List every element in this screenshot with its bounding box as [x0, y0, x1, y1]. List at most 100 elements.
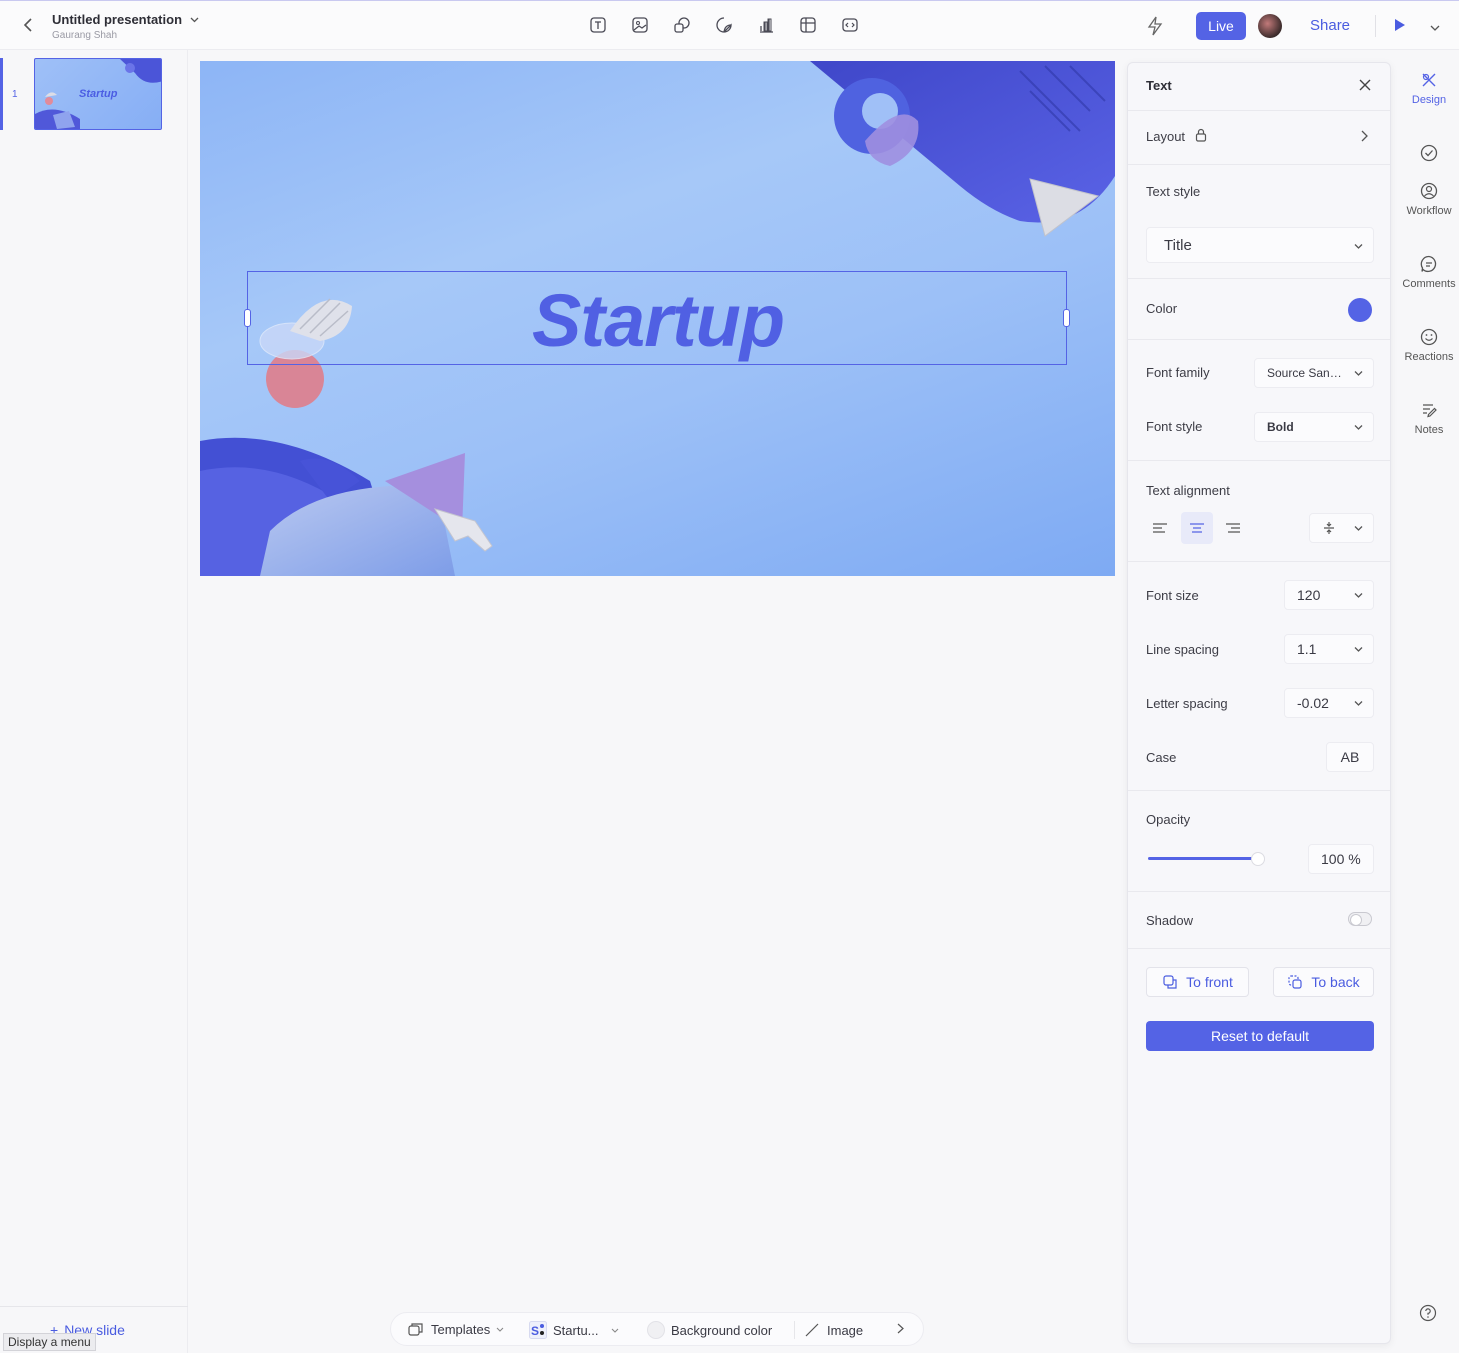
lightning-icon[interactable] — [1146, 16, 1166, 36]
opacity-label: Opacity — [1146, 812, 1191, 827]
opacity-value: 100 % — [1321, 851, 1361, 867]
selected-text-box[interactable]: Startup — [244, 271, 1070, 365]
embed-icon[interactable] — [840, 15, 860, 35]
color-row: Color — [1128, 279, 1390, 340]
chevron-down-icon — [1354, 647, 1363, 652]
layout-row[interactable]: Layout — [1128, 111, 1390, 165]
svg-text:S: S — [531, 1324, 539, 1338]
smiley-icon — [1419, 327, 1439, 347]
chart-icon[interactable] — [756, 15, 776, 35]
spacing-section: Font size 120 Line spacing 1.1 Letter sp… — [1128, 562, 1390, 791]
right-rail: Design Workflow Comments Reactions Notes — [1399, 50, 1459, 1353]
slide-title[interactable]: Startup — [248, 278, 1068, 363]
notes-icon — [1419, 400, 1439, 420]
title-block: Untitled presentation Gaurang Shah — [52, 12, 199, 41]
align-right-icon — [1226, 523, 1240, 533]
vertical-align-icon — [1324, 522, 1334, 534]
case-button[interactable]: AB — [1326, 742, 1374, 772]
font-style-select[interactable]: Bold — [1254, 412, 1374, 442]
avatar[interactable] — [1258, 14, 1282, 38]
chevron-right-icon[interactable] — [897, 1323, 904, 1334]
vertical-align-select[interactable] — [1309, 513, 1374, 543]
rail-design[interactable]: Design — [1399, 70, 1459, 106]
to-back-label: To back — [1311, 974, 1360, 990]
table-icon[interactable] — [798, 15, 818, 35]
to-front-button[interactable]: To front — [1146, 967, 1249, 997]
opacity-section: Opacity 100 % — [1128, 791, 1390, 892]
share-button[interactable]: Share — [1310, 17, 1350, 34]
live-button[interactable]: Live — [1196, 12, 1246, 40]
text-alignment-section: Text alignment — [1128, 461, 1390, 562]
thumbnail-title: Startup — [79, 88, 118, 100]
font-size-select[interactable]: 120 — [1284, 580, 1374, 610]
shadow-toggle[interactable] — [1348, 912, 1372, 926]
color-swatch[interactable] — [1348, 298, 1372, 322]
rail-workflow-check[interactable] — [1399, 143, 1459, 167]
play-icon[interactable] — [1393, 17, 1409, 35]
align-left-icon — [1153, 523, 1167, 533]
sticker-icon[interactable] — [714, 15, 734, 35]
opacity-input[interactable]: 100 % — [1308, 844, 1374, 874]
lock-icon[interactable] — [1195, 128, 1207, 142]
opacity-slider-track[interactable] — [1148, 857, 1258, 860]
text-icon[interactable] — [588, 15, 608, 35]
layout-label: Layout — [1146, 129, 1186, 144]
close-icon[interactable] — [1358, 78, 1374, 94]
align-center-button[interactable] — [1181, 512, 1213, 544]
rail-reactions-label: Reactions — [1404, 351, 1454, 363]
rail-workflow[interactable]: Workflow — [1399, 181, 1459, 217]
design-panel: Text Layout Text style Title Color Font … — [1127, 62, 1391, 1344]
reset-to-default-button[interactable]: Reset to default — [1146, 1021, 1374, 1051]
rail-notes-label: Notes — [1414, 424, 1444, 436]
image-button[interactable]: Image — [794, 1321, 863, 1339]
align-left-button[interactable] — [1144, 512, 1176, 544]
help-icon[interactable] — [1419, 1304, 1437, 1322]
rail-comments-label: Comments — [1402, 278, 1456, 290]
font-section: Font family Source San… Font style Bold — [1128, 340, 1390, 461]
rail-workflow-label: Workflow — [1406, 205, 1452, 217]
letter-spacing-value: -0.02 — [1297, 695, 1329, 711]
shadow-row: Shadow — [1128, 892, 1390, 949]
text-alignment-label: Text alignment — [1146, 483, 1230, 498]
to-back-button[interactable]: To back — [1273, 967, 1374, 997]
align-right-button[interactable] — [1217, 512, 1249, 544]
shadow-label: Shadow — [1146, 913, 1193, 928]
chevron-right-icon[interactable] — [1360, 130, 1368, 142]
chevron-down-icon — [1354, 526, 1363, 531]
back-arrow-icon[interactable] — [18, 15, 38, 35]
presentation-title-text[interactable]: Untitled presentation — [52, 12, 182, 27]
insert-toolbar — [588, 15, 860, 35]
templates-label: Templates — [431, 1321, 491, 1337]
presentation-title[interactable]: Untitled presentation — [52, 12, 199, 27]
font-style-label: Font style — [1146, 419, 1203, 434]
case-value: AB — [1340, 749, 1360, 765]
opacity-slider-handle[interactable] — [1251, 852, 1265, 866]
color-label: Color — [1146, 301, 1178, 316]
slash-icon — [805, 1323, 819, 1337]
text-style-label: Text style — [1146, 184, 1201, 199]
align-center-icon — [1190, 523, 1204, 533]
image-label: Image — [827, 1322, 864, 1338]
slide-canvas[interactable]: Startup — [200, 61, 1115, 576]
theme-label: Startu... — [553, 1322, 599, 1338]
letter-spacing-select[interactable]: -0.02 — [1284, 688, 1374, 718]
templates-icon — [408, 1323, 423, 1336]
text-style-select[interactable]: Title — [1146, 227, 1374, 263]
chevron-down-icon — [611, 1328, 618, 1333]
line-spacing-select[interactable]: 1.1 — [1284, 634, 1374, 664]
image-icon[interactable] — [630, 15, 650, 35]
slide-thumbnail[interactable]: Startup — [34, 58, 162, 130]
shapes-icon[interactable] — [672, 15, 692, 35]
rail-reactions[interactable]: Reactions — [1399, 327, 1459, 363]
font-family-select[interactable]: Source San… — [1254, 358, 1374, 388]
templates-button[interactable]: Templates — [407, 1321, 504, 1337]
rail-comments[interactable]: Comments — [1399, 254, 1459, 290]
theme-button[interactable]: S Startu... — [529, 1321, 619, 1339]
chevron-down-icon — [496, 1327, 504, 1332]
rail-notes[interactable]: Notes — [1399, 400, 1459, 436]
background-color-button[interactable]: Background color — [647, 1321, 772, 1339]
case-label: Case — [1146, 750, 1177, 765]
chevron-down-icon[interactable] — [190, 17, 199, 23]
chevron-down-icon[interactable] — [1430, 19, 1442, 31]
design-icon — [1419, 70, 1439, 90]
